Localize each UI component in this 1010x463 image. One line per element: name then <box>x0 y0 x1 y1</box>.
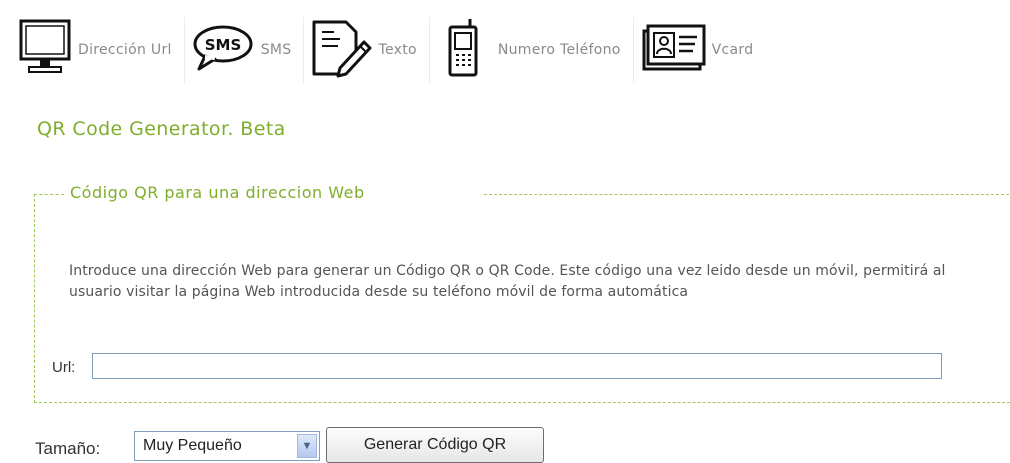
tab-sms-label: SMS <box>260 42 292 58</box>
document-edit-icon <box>310 18 372 83</box>
tab-divider <box>303 17 305 83</box>
contact-card-icon <box>640 23 706 78</box>
page: Dirección Url SMS SMS Texto Numero Teléf… <box>0 0 1010 463</box>
size-label: Tamaño: <box>35 439 101 458</box>
tab-url-label: Dirección Url <box>78 42 172 58</box>
tab-bar: Dirección Url SMS SMS Texto Numero Teléf… <box>18 12 765 88</box>
tab-text-label: Texto <box>378 42 417 58</box>
tab-divider <box>428 17 430 83</box>
tab-text[interactable]: Texto <box>310 17 422 83</box>
tab-divider <box>183 17 185 83</box>
fieldset-legend: Código QR para una direccion Web <box>68 183 369 202</box>
page-title: QR Code Generator. Beta <box>37 118 286 140</box>
monitor-icon <box>18 18 72 83</box>
chevron-down-icon[interactable]: ▼ <box>297 434 317 458</box>
tab-phone[interactable]: Numero Teléfono <box>446 17 627 83</box>
tab-divider <box>632 17 634 83</box>
url-label: Url: <box>52 359 76 376</box>
fieldset-top-border <box>34 194 64 195</box>
tab-url[interactable]: Dirección Url <box>18 17 178 83</box>
size-select-value: Muy Pequeño <box>143 437 242 454</box>
generate-qr-button[interactable]: Generar Código QR <box>326 427 544 463</box>
tab-vcard-label: Vcard <box>711 42 754 58</box>
fieldset-top-border <box>484 194 1010 195</box>
tab-phone-label: Numero Teléfono <box>497 42 621 58</box>
tab-sms[interactable]: SMS SMS <box>191 17 298 83</box>
size-select[interactable]: Muy Pequeño ▼ <box>134 431 320 461</box>
tab-vcard[interactable]: Vcard <box>640 17 760 83</box>
sms-badge-text: SMS <box>204 36 241 54</box>
url-input[interactable] <box>92 353 942 379</box>
section-description: Introduce una dirección Web para generar… <box>69 263 946 300</box>
sms-bubble-icon: SMS <box>191 24 255 77</box>
mobile-phone-icon <box>446 17 482 84</box>
